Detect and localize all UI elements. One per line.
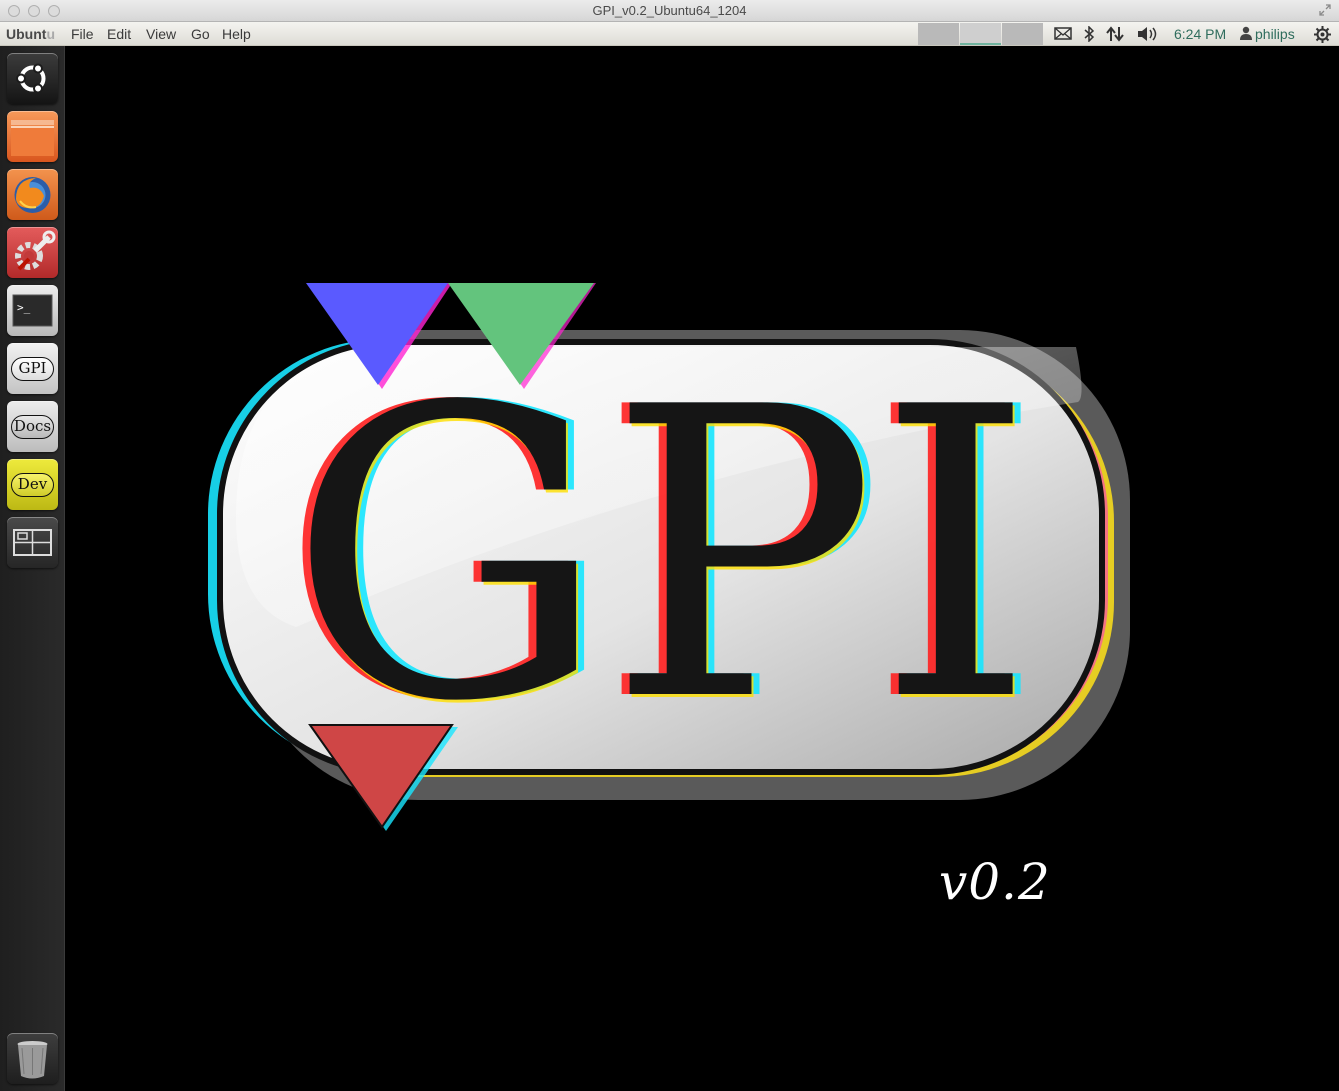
workspace-indicator[interactable] (918, 23, 1044, 45)
menu-go[interactable]: Go (191, 22, 210, 46)
folder-icon (11, 120, 54, 156)
window-minimize-button[interactable] (28, 5, 40, 17)
network-icon[interactable] (1106, 22, 1124, 46)
dev-app-icon: Dev (11, 473, 54, 497)
fullscreen-icon[interactable] (1319, 4, 1331, 16)
panel-user-menu[interactable]: philips (1240, 22, 1295, 46)
window-close-button[interactable] (8, 5, 20, 17)
settings-tools-icon (15, 230, 56, 271)
workspace-cell-active[interactable] (960, 23, 1001, 45)
ubuntu-logo-icon (16, 63, 46, 94)
mail-icon[interactable] (1054, 22, 1072, 46)
terminal-icon: >_ (12, 294, 53, 327)
window-title: GPI_v0.2_Ubuntu64_1204 (592, 3, 747, 18)
gpi-splash-logo: GPI GPI GPI GPI (208, 283, 1130, 831)
workspace-switcher-icon (13, 529, 52, 556)
panel-user-name: philips (1255, 26, 1295, 42)
workspace-cell[interactable] (918, 23, 959, 45)
panel-app-name: Ubuntu (6, 26, 55, 42)
panel-clock[interactable]: 6:24 PM (1174, 22, 1226, 46)
launcher-dev-button[interactable]: Dev (7, 459, 58, 510)
launcher-terminal-button[interactable]: >_ (7, 285, 58, 336)
bluetooth-icon[interactable] (1083, 22, 1095, 46)
workspace-cell[interactable] (1002, 23, 1043, 45)
window-zoom-button[interactable] (48, 5, 60, 17)
menu-file[interactable]: File (71, 22, 94, 46)
host-window-titlebar: GPI_v0.2_Ubuntu64_1204 (0, 0, 1339, 22)
launcher-system-settings-button[interactable] (7, 227, 58, 278)
gpi-logo-text: GPI (288, 324, 1035, 789)
volume-icon[interactable] (1137, 22, 1159, 46)
session-gear-icon[interactable] (1314, 22, 1331, 46)
launcher-gpi-button[interactable]: GPI (7, 343, 58, 394)
launcher-files-button[interactable] (7, 111, 58, 162)
unity-launcher: >_ GPI Docs Dev (0, 46, 65, 1091)
menu-edit[interactable]: Edit (107, 22, 131, 46)
menu-help[interactable]: Help (222, 22, 251, 46)
gpi-app-icon: GPI (11, 357, 54, 381)
menu-view[interactable]: View (146, 22, 176, 46)
firefox-icon (14, 177, 51, 213)
svg-text:>_: >_ (17, 301, 31, 314)
docs-app-icon: Docs (11, 415, 54, 439)
launcher-trash-button[interactable] (7, 1033, 58, 1084)
desktop-area: GPI GPI GPI GPI v0.2 (66, 47, 1339, 1091)
gpi-version-label: v0.2 (939, 853, 1051, 911)
launcher-workspace-switcher-button[interactable] (7, 517, 58, 568)
trash-icon (17, 1041, 48, 1079)
launcher-dash-home-button[interactable] (7, 53, 58, 104)
launcher-docs-button[interactable]: Docs (7, 401, 58, 452)
launcher-firefox-button[interactable] (7, 169, 58, 220)
ubuntu-top-panel: Ubuntu File Edit View Go Help 6:24 PM ph… (0, 22, 1339, 46)
user-icon (1240, 26, 1252, 40)
